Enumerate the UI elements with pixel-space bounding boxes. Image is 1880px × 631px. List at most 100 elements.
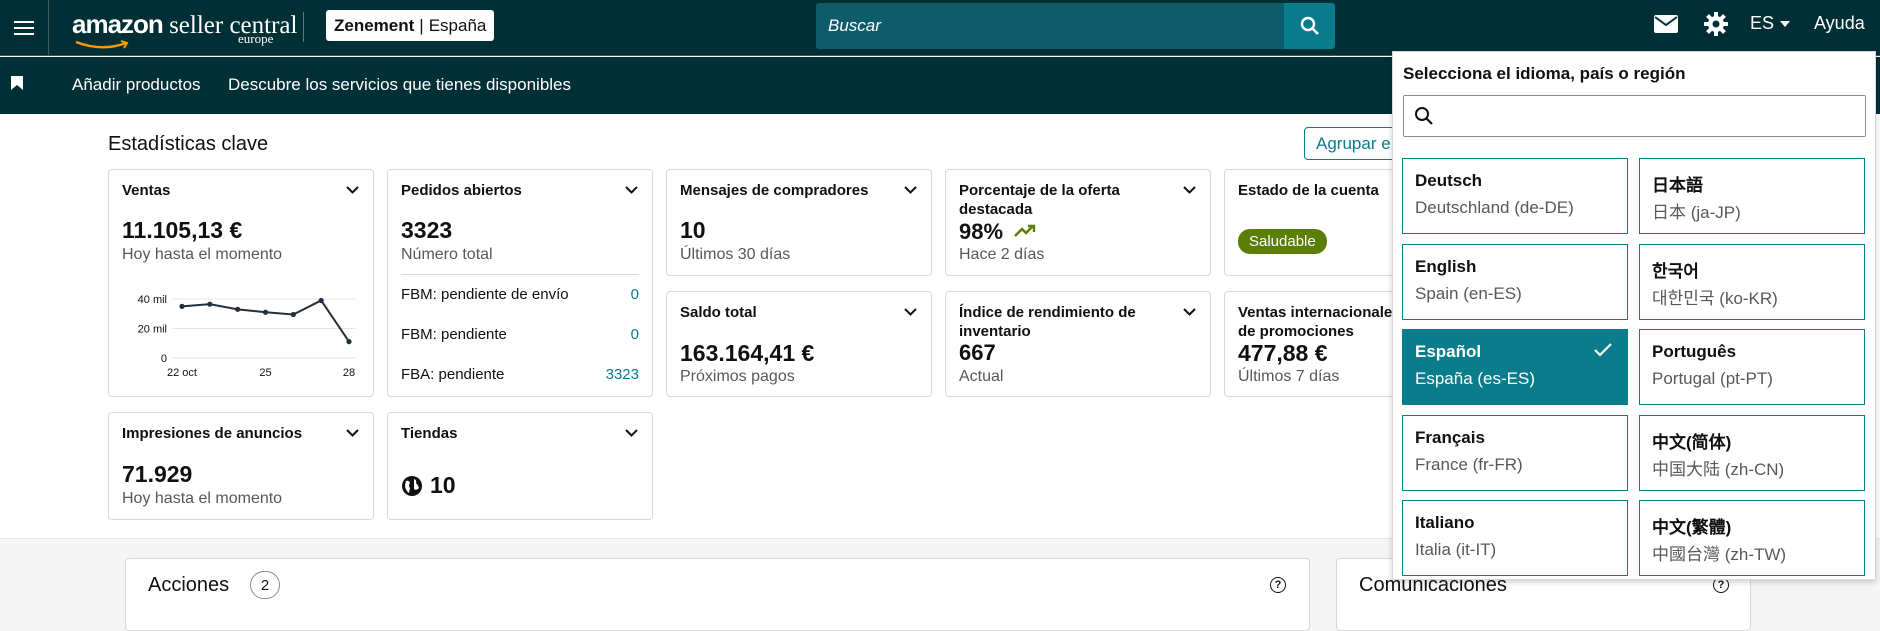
search-icon xyxy=(1300,16,1319,35)
language-region: Italia (it-IT) xyxy=(1415,540,1497,559)
language-option[interactable]: English Spain (en-ES) xyxy=(1402,243,1628,320)
language-region: Spain (en-ES) xyxy=(1415,283,1522,303)
card-saldo[interactable]: Saldo total 163.164,41 € Próximos pagos xyxy=(666,291,932,397)
indice-value: 667 xyxy=(959,340,996,365)
chart-y-tick: 40 mil xyxy=(138,294,167,306)
language-name: 한국어 xyxy=(1652,261,1699,281)
logo-seller-central: seller central xyxy=(162,12,298,39)
row-label: FBA: pendiente xyxy=(401,366,505,383)
store-selector[interactable]: Zenement | España xyxy=(326,10,495,41)
acciones-count: 2 xyxy=(250,571,280,599)
checkmark-icon xyxy=(1594,343,1612,357)
chevron-down-icon[interactable] xyxy=(346,429,359,437)
oferta-sub: Hace 2 días xyxy=(959,246,1045,263)
sales-line-chart: 40 mil 20 mil 022 oct 25 28 xyxy=(138,294,355,379)
mail-icon[interactable] xyxy=(1654,15,1678,33)
card-tiendas[interactable]: Tiendas 10 xyxy=(387,412,653,520)
language-region: France (fr-FR) xyxy=(1415,454,1523,474)
language-region: 中國台灣 (zh-TW) xyxy=(1652,545,1787,564)
help-icon[interactable]: ? xyxy=(1270,577,1286,593)
row-value[interactable]: 0 xyxy=(631,326,639,343)
gear-icon[interactable] xyxy=(1704,12,1728,36)
mensajes-value: 10 xyxy=(680,217,706,243)
chart-point xyxy=(235,306,241,312)
language-panel-title: Selecciona el idioma, país o región xyxy=(1403,64,1686,83)
language-option[interactable]: Português Portugal (pt-PT) xyxy=(1639,329,1865,405)
card-title: Impresiones de anuncios xyxy=(122,425,303,442)
language-name: 中文(繁體) xyxy=(1652,518,1732,537)
oferta-value: 98% xyxy=(959,219,1004,244)
impresiones-sub: Hoy hasta el momento xyxy=(122,490,283,507)
language-name: Italiano xyxy=(1415,513,1475,532)
language-option[interactable]: Français France (fr-FR) xyxy=(1402,414,1628,491)
status-badge: Saludable xyxy=(1238,229,1327,254)
card-pedidos[interactable]: Pedidos abiertos 3323 Número total FBM: … xyxy=(387,169,653,397)
language-option[interactable]: Deutsch Deutschland (de-DE) xyxy=(1402,158,1628,234)
search-button[interactable] xyxy=(1284,3,1335,49)
card-ventas[interactable]: Ventas 11.105,13 € Hoy hasta el momento … xyxy=(108,169,374,397)
language-region: Portugal (pt-PT) xyxy=(1652,369,1773,388)
chevron-down-icon[interactable] xyxy=(1183,186,1196,194)
pedidos-row[interactable]: FBM: pendiente de envío 0 xyxy=(401,286,639,303)
language-button[interactable]: ES xyxy=(1750,13,1791,34)
card-indice-inventario[interactable]: Índice de rendimiento de inventario 667 … xyxy=(945,291,1211,397)
card-title: Estado de la cuenta xyxy=(1238,182,1379,199)
row-value[interactable]: 0 xyxy=(631,286,639,303)
language-option[interactable]: 中文(简体) 中国大陆 (zh-CN) xyxy=(1639,414,1865,491)
language-region: 日本 (ja-JP) xyxy=(1652,203,1741,222)
mensajes-sub: Últimos 30 días xyxy=(680,246,791,263)
card-title: Ventas xyxy=(122,182,171,199)
card-title: Pedidos abiertos xyxy=(401,182,522,199)
chevron-down-icon[interactable] xyxy=(904,308,917,316)
seller-central-logo[interactable]: amazon seller central europe xyxy=(72,9,298,49)
chevron-down-icon[interactable] xyxy=(904,186,917,194)
language-option[interactable]: Español España (es-ES) xyxy=(1402,329,1628,405)
language-name: Español xyxy=(1415,342,1482,361)
card-title: Saldo total xyxy=(680,304,757,321)
chevron-down-icon[interactable] xyxy=(625,186,638,194)
card-title: Tiendas xyxy=(401,425,458,442)
trend-up-icon xyxy=(1014,224,1036,237)
chart-y-tick: 0 xyxy=(161,353,167,365)
language-option[interactable]: 中文(繁體) 中國台灣 (zh-TW) xyxy=(1639,500,1865,576)
language-option[interactable]: 한국어 대한민국 (ko-KR) xyxy=(1639,243,1865,320)
card-mensajes[interactable]: Mensajes de compradores 10 Últimos 30 dí… xyxy=(666,169,932,276)
chart-x-tick: 28 xyxy=(343,367,355,379)
language-name: English xyxy=(1415,256,1477,276)
row-value[interactable]: 3323 xyxy=(606,366,639,383)
chart-point xyxy=(318,297,324,304)
language-option[interactable]: 日本語 日本 (ja-JP) xyxy=(1639,158,1865,234)
search-placeholder: Buscar xyxy=(828,16,881,35)
subnav-add-products[interactable]: Añadir productos xyxy=(72,75,201,95)
card-oferta-destacada[interactable]: Porcentaje de la oferta destacada 98% Ha… xyxy=(945,169,1211,276)
language-search-input[interactable] xyxy=(1403,95,1866,137)
ventas-sub: Hoy hasta el momento xyxy=(122,246,283,263)
ventas-value: 11.105,13 € xyxy=(122,217,243,243)
top-bar: amazon seller central europe Zenement | … xyxy=(0,0,1880,56)
logo-region: europe xyxy=(238,31,274,46)
key-stats-title: Estadísticas clave xyxy=(108,133,269,155)
card-impresiones[interactable]: Impresiones de anuncios 71.929 Hoy hasta… xyxy=(108,412,374,520)
chevron-down-icon[interactable] xyxy=(625,429,638,437)
chevron-down-icon[interactable] xyxy=(346,186,359,194)
search-input[interactable]: Buscar xyxy=(816,3,1284,49)
row-label: FBM: pendiente de envío xyxy=(401,286,569,303)
saldo-value: 163.164,41 € xyxy=(680,340,815,366)
chart-point xyxy=(262,309,269,315)
language-code: ES xyxy=(1750,13,1775,33)
subnav-discover-services[interactable]: Descubre los servicios que tienes dispon… xyxy=(228,75,571,95)
card-title: Mensajes de compradores xyxy=(680,182,869,199)
help-link[interactable]: Ayuda xyxy=(1814,13,1865,34)
language-name: Português xyxy=(1652,342,1737,361)
menu-icon[interactable] xyxy=(0,0,49,56)
bookmark-icon[interactable] xyxy=(11,76,23,90)
pedidos-row[interactable]: FBA: pendiente 3323 xyxy=(401,366,639,383)
language-region: España (es-ES) xyxy=(1415,369,1535,388)
saldo-sub: Próximos pagos xyxy=(680,368,795,385)
chevron-down-icon[interactable] xyxy=(1183,308,1196,316)
divider xyxy=(303,12,304,42)
language-option[interactable]: Italiano Italia (it-IT) xyxy=(1402,500,1628,576)
card-ventas-internacionales[interactable]: Ventas internacionales derivadas de prom… xyxy=(1224,291,1394,397)
card-estado-cuenta[interactable]: Estado de la cuenta Saludable xyxy=(1224,169,1394,276)
pedidos-row[interactable]: FBM: pendiente 0 xyxy=(401,326,639,343)
